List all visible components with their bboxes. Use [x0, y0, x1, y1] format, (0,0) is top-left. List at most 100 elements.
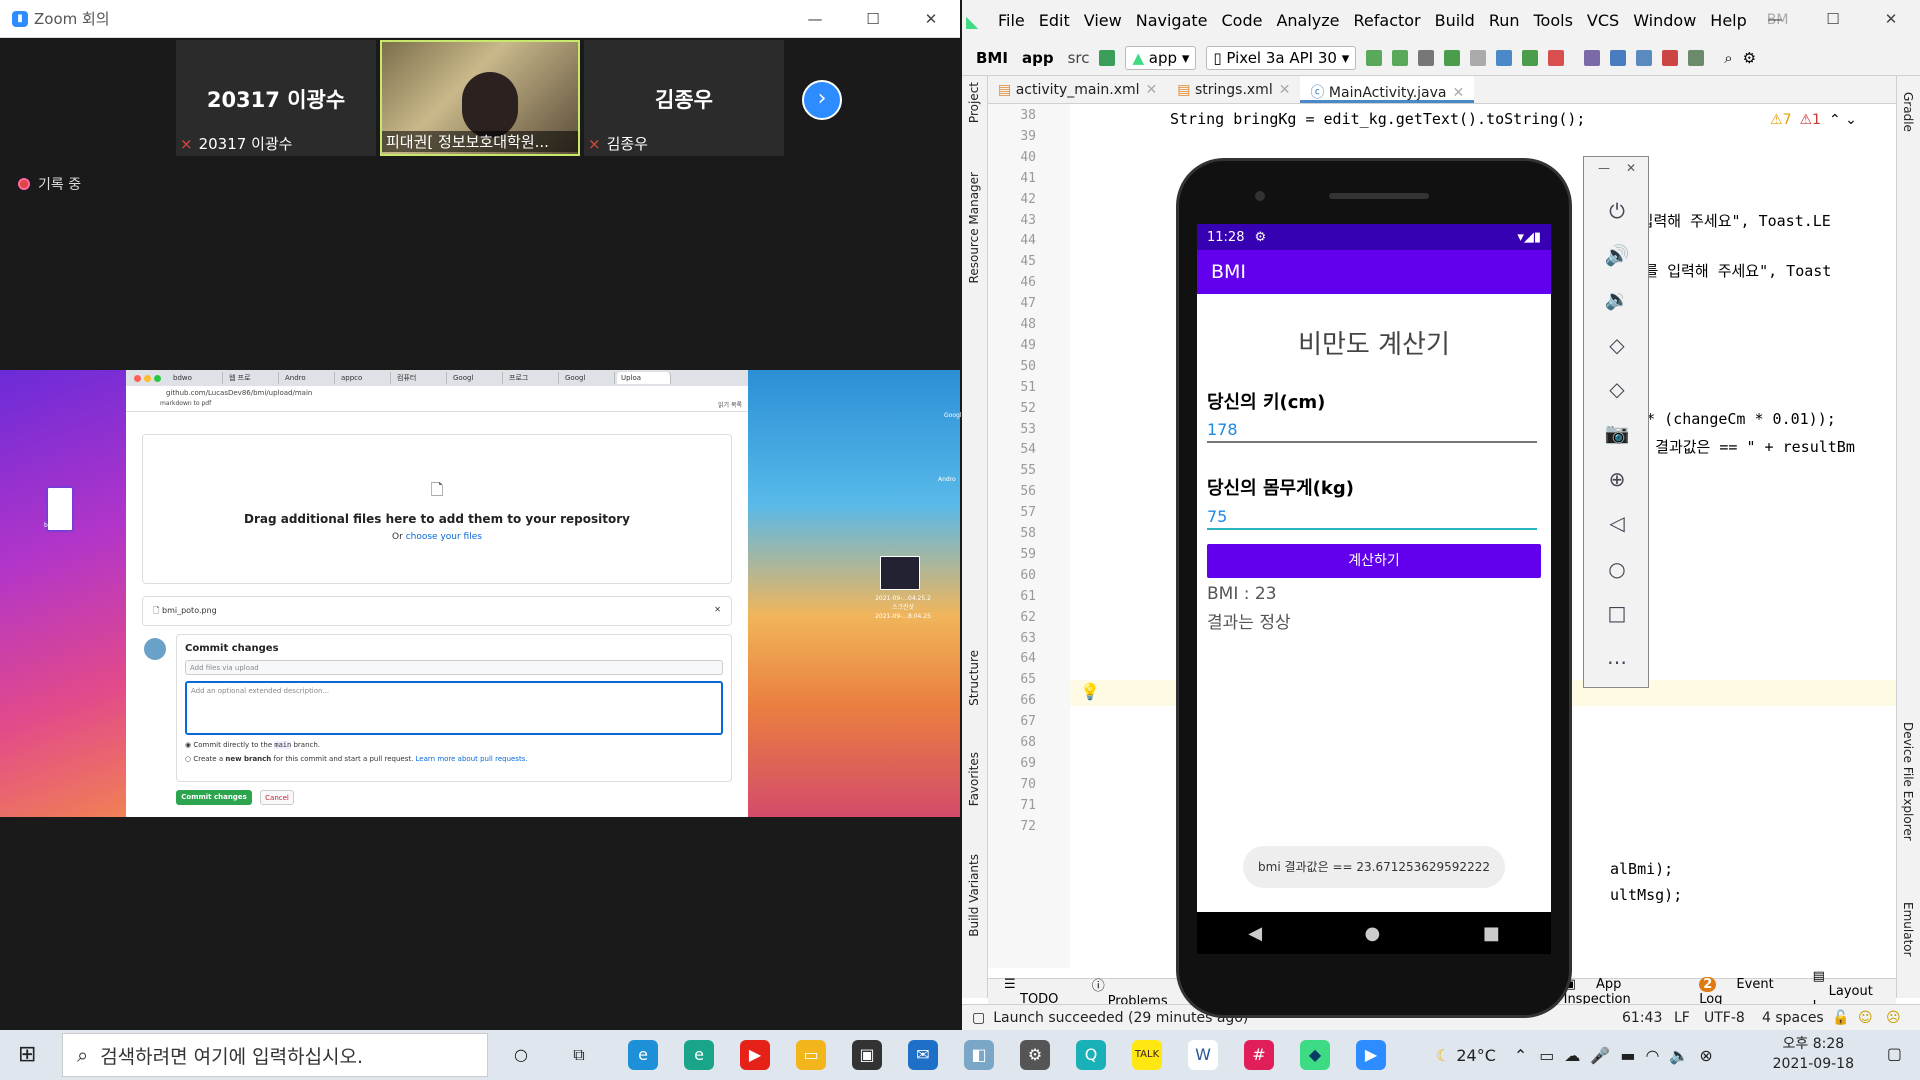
rotate-right-icon[interactable]: ◇ [1604, 377, 1630, 403]
lightbulb-icon[interactable]: 💡 [1080, 682, 1100, 701]
tab-strings[interactable]: ▤ strings.xml ✕ [1167, 76, 1300, 103]
browser-tab[interactable]: 컴퓨터 [393, 372, 447, 384]
maximize-icon[interactable]: ☐ [1804, 0, 1862, 40]
wifi-icon[interactable]: ◠ [1645, 1046, 1659, 1065]
taskbar-search[interactable]: ⌕ 검색하려면 여기에 입력하십시오. [62, 1033, 488, 1077]
caret-position[interactable]: 61:43 [1622, 1010, 1662, 1026]
close-icon[interactable]: ✕ [902, 0, 960, 38]
line-separator[interactable]: LF [1674, 1010, 1690, 1026]
indent[interactable]: 4 spaces [1762, 1010, 1824, 1026]
settings-icon[interactable]: ⚙ [1743, 49, 1756, 67]
search-icon[interactable]: ⌕ [1724, 49, 1732, 67]
close-icon[interactable]: ✕ [1626, 161, 1636, 175]
kakaotalk-icon[interactable]: TALK [1132, 1040, 1162, 1070]
tool-resource-manager[interactable]: Resource Manager [967, 172, 981, 283]
commit-direct-radio[interactable]: ◉ Commit directly to the main branch. [185, 741, 723, 749]
rotate-left-icon[interactable]: ◇ [1604, 333, 1630, 359]
device-select[interactable]: ▯ Pixel 3a API 30 ▾ [1206, 45, 1357, 70]
volume-down-icon[interactable]: 🔉 [1604, 287, 1630, 313]
calculate-button[interactable]: 계산하기 [1207, 544, 1541, 578]
menu-vcs[interactable]: VCS [1587, 11, 1619, 30]
coverage-icon[interactable] [1470, 49, 1487, 66]
mail-icon[interactable]: ✉ [908, 1040, 938, 1070]
remove-file-icon[interactable]: ✕ [714, 605, 721, 614]
tool-structure[interactable]: Structure [967, 650, 981, 706]
apply-changes-icon[interactable] [1392, 49, 1409, 66]
home-icon[interactable]: ○ [1604, 557, 1630, 583]
android-studio-taskbar-icon[interactable]: ◆ [1300, 1040, 1330, 1070]
hammer-icon[interactable] [1099, 49, 1116, 66]
participant-tile[interactable]: 20317 이광수 ⨯ 20317 이광수 [176, 40, 376, 156]
volume-icon[interactable]: 🔈 [1669, 1046, 1689, 1065]
home-icon[interactable]: ● [1365, 923, 1381, 944]
sdk-manager-icon[interactable] [1636, 49, 1653, 66]
back-icon[interactable]: ◀ [1248, 923, 1262, 944]
breadcrumb-project[interactable]: BMI [976, 49, 1008, 67]
tool-device-file-explorer[interactable]: Device File Explorer [1901, 722, 1915, 841]
word-icon[interactable]: W [1188, 1040, 1218, 1070]
zoom-icon[interactable]: ⊕ [1604, 467, 1630, 493]
tool-emulator[interactable]: Emulator [1901, 902, 1915, 957]
tool-todo[interactable]: ☰ TODO [1004, 977, 1068, 1007]
commit-description-input[interactable]: Add an optional extended description... [185, 681, 723, 735]
battery-icon[interactable]: ▬ [1620, 1046, 1635, 1065]
reading-list[interactable]: 읽기 목록 [718, 400, 742, 409]
url-bar[interactable]: github.com/LucasDev86/bmi/upload/main [126, 386, 748, 400]
browser-tab[interactable]: bdwo [169, 372, 223, 384]
menu-analyze[interactable]: Analyze [1276, 11, 1339, 30]
choose-files-link[interactable]: choose your files [406, 532, 482, 542]
menu-run[interactable]: Run [1489, 11, 1520, 30]
run-config-select[interactable]: ▲ app ▾ [1125, 45, 1197, 70]
zoom-taskbar-icon[interactable]: ▶ [1356, 1040, 1386, 1070]
screenshot-icon[interactable]: 📷 [1604, 421, 1630, 447]
mute-icon[interactable]: ⊗ [1699, 1046, 1712, 1065]
browser-tab[interactable]: Googl [561, 372, 615, 384]
frown-icon[interactable]: ☹ [1886, 1010, 1901, 1026]
show-hidden-icon[interactable]: ⌃ [1514, 1046, 1527, 1065]
sync-icon[interactable] [1584, 49, 1601, 66]
menu-view[interactable]: View [1084, 11, 1122, 30]
file-explorer-icon[interactable]: ▭ [796, 1040, 826, 1070]
menu-build[interactable]: Build [1435, 11, 1475, 30]
browser-tab[interactable]: Andro [281, 372, 335, 384]
menu-code[interactable]: Code [1222, 11, 1263, 30]
screenshot-thumbnail-icon[interactable] [880, 556, 920, 590]
app-q-icon[interactable]: Q [1076, 1040, 1106, 1070]
profile-icon[interactable] [1496, 49, 1513, 66]
tool-event-log[interactable]: 2 Event Log [1699, 976, 1788, 1007]
onedrive-icon[interactable]: ☁ [1564, 1046, 1580, 1065]
overview-icon[interactable]: □ [1604, 601, 1630, 627]
clock[interactable]: 오후 8:28 2021-09-18 [1773, 1034, 1854, 1074]
recording-indicator[interactable]: 기록 중 [18, 174, 81, 194]
browser-tab[interactable]: 프로그 [505, 372, 559, 384]
browser-tab[interactable]: appco [337, 372, 391, 384]
edge-icon[interactable]: e [628, 1040, 658, 1070]
height-input[interactable]: 178 [1207, 420, 1537, 443]
minimize-icon[interactable]: — [1746, 0, 1804, 40]
minimize-icon[interactable]: — [1598, 161, 1610, 175]
cancel-button[interactable]: Cancel [260, 790, 294, 805]
tab-main-activity[interactable]: ⓒ MainActivity.java ✕ [1300, 76, 1475, 103]
settings-icon[interactable]: ⚙ [1020, 1040, 1050, 1070]
tab-activity-main[interactable]: ▤ activity_main.xml ✕ [988, 76, 1167, 103]
next-page-icon[interactable]: › [802, 80, 842, 120]
minimize-icon[interactable]: — [786, 0, 844, 38]
menu-help[interactable]: Help [1710, 11, 1746, 30]
drop-zone[interactable]: 🗋 Drag additional files here to add them… [142, 434, 732, 584]
tool-build-variants[interactable]: Build Variants [967, 854, 981, 937]
menu-edit[interactable]: Edit [1039, 11, 1070, 30]
slack-icon[interactable]: # [1244, 1040, 1274, 1070]
rerun-icon[interactable] [1366, 49, 1383, 66]
browser-tab[interactable]: 웹 프로 [225, 372, 279, 384]
menu-refactor[interactable]: Refactor [1354, 11, 1421, 30]
edge-dev-icon[interactable]: e [684, 1040, 714, 1070]
recents-icon[interactable]: ■ [1483, 923, 1500, 944]
commit-summary-input[interactable]: Add files via upload [185, 660, 723, 675]
menu-file[interactable]: File [998, 11, 1025, 30]
windows-start-icon[interactable]: ⊞ [18, 1042, 36, 1067]
meet-now-icon[interactable]: ▭ [1539, 1046, 1554, 1065]
debug-icon[interactable] [1444, 49, 1461, 66]
commit-changes-button[interactable]: Commit changes [176, 790, 252, 805]
weather-icon[interactable]: ☾ [1436, 1046, 1450, 1065]
attach-debugger-icon[interactable] [1522, 49, 1539, 66]
